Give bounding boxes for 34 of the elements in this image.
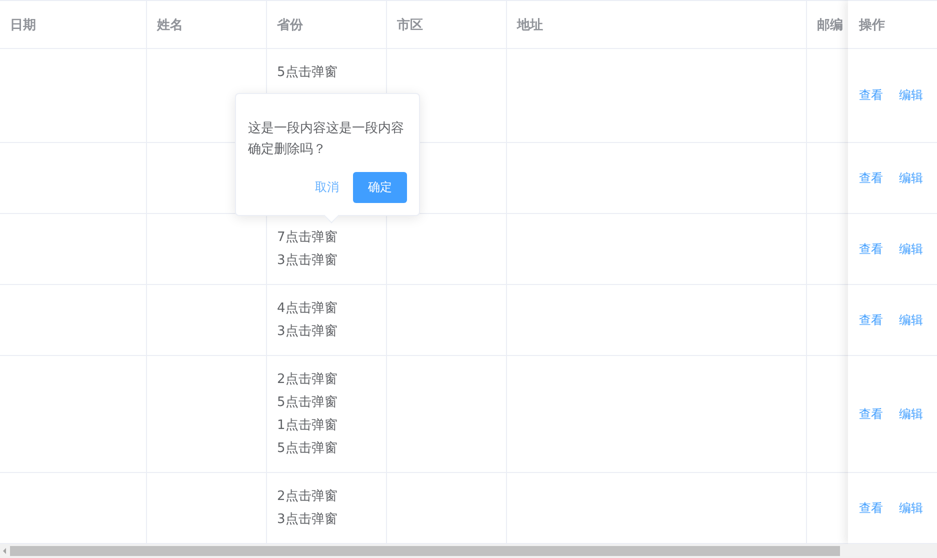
action-link[interactable]: 编辑	[899, 312, 923, 328]
cell-text: 5点击弹窗	[277, 394, 338, 412]
action-link[interactable]: 编辑	[899, 87, 923, 104]
action-link[interactable]: 查看	[859, 170, 883, 186]
cell-text: 5点击弹窗	[277, 64, 338, 82]
cell-text: 5点击弹窗	[277, 440, 338, 458]
column-header: 市区	[397, 16, 423, 34]
horizontal-scrollbar[interactable]	[0, 544, 937, 558]
confirm-button[interactable]: 确定	[353, 172, 407, 203]
cell-text: 1点击弹窗	[277, 417, 338, 435]
column-header: 姓名	[157, 16, 183, 34]
cell-text: 3点击弹窗	[277, 511, 338, 529]
cell-text: 2点击弹窗	[277, 371, 338, 389]
cell-text: 7点击弹窗	[277, 229, 338, 247]
action-link[interactable]: 编辑	[899, 170, 923, 186]
action-link[interactable]: 查看	[859, 312, 883, 328]
column-header: 操作	[859, 16, 885, 34]
action-link[interactable]: 查看	[859, 406, 883, 422]
cancel-button[interactable]: 取消	[315, 179, 339, 196]
action-link[interactable]: 编辑	[899, 406, 923, 422]
column-header: 省份	[277, 16, 303, 34]
popover-message: 这是一段内容这是一段内容确定删除吗？	[248, 120, 405, 159]
column-header: 日期	[10, 16, 36, 34]
action-link[interactable]: 查看	[859, 500, 883, 516]
cell-text: 2点击弹窗	[277, 488, 338, 506]
cell-text: 4点击弹窗	[277, 300, 338, 318]
cell-text: 3点击弹窗	[277, 252, 338, 270]
column-header: 邮编	[817, 16, 843, 34]
action-link[interactable]: 查看	[859, 240, 883, 258]
action-link[interactable]: 查看	[859, 87, 883, 104]
action-link[interactable]: 编辑	[899, 240, 923, 258]
cell-text: 3点击弹窗	[277, 323, 338, 341]
action-link[interactable]: 编辑	[899, 500, 923, 516]
column-header: 地址	[517, 16, 543, 34]
